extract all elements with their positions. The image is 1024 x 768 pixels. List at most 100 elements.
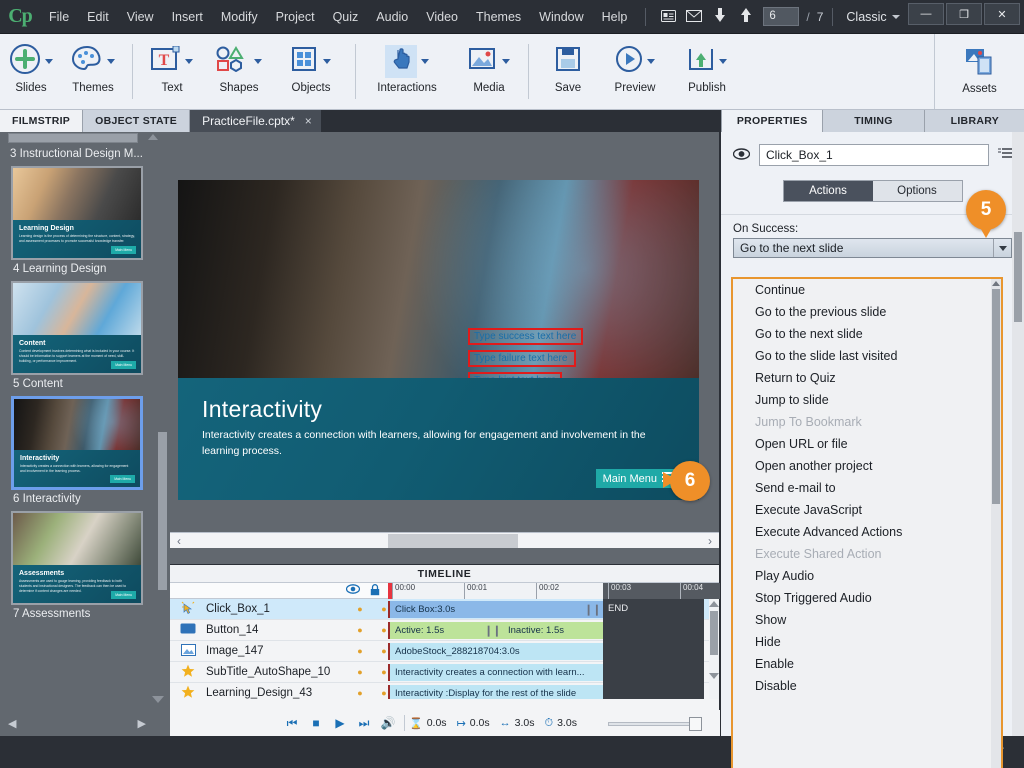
segment-actions[interactable]: Actions [783,181,873,201]
workspace-selector[interactable]: Classic [842,10,900,24]
close-button[interactable]: ✕ [984,3,1020,25]
ribbon-text-button[interactable]: T Text [141,34,203,109]
ribbon-media-button[interactable]: Media [458,34,520,109]
dropdown-option-return-to-quiz[interactable]: Return to Quiz [733,367,995,389]
mail-icon[interactable] [681,9,707,25]
failure-caption-box[interactable]: Type failure text here [468,350,576,367]
row-visibility-toggle[interactable]: ● [348,688,372,698]
visibility-eye-icon[interactable] [345,584,361,597]
notes-icon[interactable] [655,9,681,25]
dropdown-option-continue[interactable]: Continue [733,279,995,301]
timeline-track[interactable]: Interactivity creates a connection with … [388,662,712,683]
ribbon-slides-button[interactable]: Slides [0,34,62,109]
stop-icon[interactable]: ■ [304,716,328,730]
timeline-row[interactable]: Click_Box_1 ● ● END Click Box:3.0s ❙❙ [170,599,712,620]
scroll-down-icon[interactable] [152,696,164,703]
timeline-zoom-slider[interactable] [608,717,708,731]
dropdown-option-enable[interactable]: Enable [733,653,995,675]
pause-marker-icon[interactable]: ❙❙ [584,603,601,616]
ribbon-objects-button[interactable]: Objects [275,34,347,109]
filmstrip-scrollbar[interactable] [158,432,167,590]
tab-object-state[interactable]: OBJECT STATE [83,110,191,132]
filmstrip-slide-6[interactable]: Interactivity Interactivity creates a co… [11,396,143,505]
ribbon-interactions-button[interactable]: Interactions [364,34,450,109]
chevron-down-icon[interactable] [719,58,727,64]
row-visibility-toggle[interactable]: ● [348,667,372,677]
dropdown-option-jump-to-slide[interactable]: Jump to slide [733,389,995,411]
timeline-bar[interactable]: Interactivity :Display for the rest of t… [388,685,603,699]
chevron-down-icon[interactable] [647,58,655,64]
timeline-bar[interactable]: Interactivity creates a connection with … [388,664,603,681]
menu-modify[interactable]: Modify [212,6,267,28]
row-visibility-toggle[interactable]: ● [348,625,372,635]
dropdown-option-play-audio[interactable]: Play Audio [733,565,995,587]
dropdown-option-execute-javascript[interactable]: Execute JavaScript [733,499,995,521]
menu-audio[interactable]: Audio [367,6,417,28]
timeline-track[interactable]: Interactivity :Display for the rest of t… [388,683,712,699]
play-icon[interactable]: ▶ [328,716,352,730]
ribbon-shapes-button[interactable]: Shapes [203,34,275,109]
filmstrip-panel[interactable]: 3 Instructional Design M... Learning Des… [0,132,170,736]
filmstrip-slide-4[interactable]: Learning Design Learning design is the p… [11,166,143,275]
scroll-down-icon[interactable] [709,673,719,679]
timeline-bar[interactable]: AdobeStock_288218704:3.0s [388,643,603,660]
menu-file[interactable]: File [40,6,78,28]
maximize-button[interactable]: ❐ [946,3,982,25]
segment-options[interactable]: Options [872,181,962,201]
on-success-combobox[interactable]: Go to the next slide [733,238,1012,258]
minimize-button[interactable]: — [908,3,944,25]
menu-window[interactable]: Window [530,6,592,28]
dropdown-option-previous-slide[interactable]: Go to the previous slide [733,301,995,323]
scroll-left-icon[interactable]: ◀ [8,717,16,730]
timeline-object-name[interactable]: Image_147 [206,645,348,657]
dropdown-option-execute-advanced-actions[interactable]: Execute Advanced Actions [733,521,995,543]
ribbon-save-button[interactable]: Save [537,34,599,109]
dropdown-option-stop-triggered-audio[interactable]: Stop Triggered Audio [733,587,995,609]
scroll-thumb[interactable] [992,289,1000,504]
chevron-down-icon[interactable] [45,58,53,64]
timeline-track[interactable]: Active: 1.5s ❙❙ Inactive: 1.5s [388,620,712,641]
ribbon-publish-button[interactable]: Publish [671,34,743,109]
lock-icon[interactable] [370,584,380,599]
timeline-object-name[interactable]: Click_Box_1 [206,603,348,615]
object-name-input[interactable]: Click_Box_1 [759,144,989,166]
dropdown-option-hide[interactable]: Hide [733,631,995,653]
filmstrip-top-scroll[interactable] [0,132,170,146]
ribbon-preview-button[interactable]: Preview [599,34,671,109]
scroll-right-icon[interactable]: › [701,534,719,548]
menu-quiz[interactable]: Quiz [324,6,368,28]
dropdown-option-next-slide[interactable]: Go to the next slide [733,323,995,345]
move-up-icon[interactable] [733,8,759,25]
tab-library[interactable]: LIBRARY [923,110,1024,132]
chevron-down-icon[interactable] [185,58,193,64]
timeline-bar[interactable]: Click Box:3.0s [388,601,603,618]
skip-start-icon[interactable]: ⏮ [280,716,304,731]
timeline-row[interactable]: Learning_Design_43 ● ● Interactivity :Di… [170,683,712,699]
zoom-knob[interactable] [689,717,702,731]
timeline-row[interactable]: SubTitle_AutoShape_10 ● ● Interactivity … [170,662,712,683]
timeline-object-name[interactable]: Button_14 [206,624,348,636]
chevron-down-icon[interactable] [323,58,331,64]
chevron-down-icon[interactable] [421,58,429,64]
slide-stage[interactable]: Type success text here Type failure text… [170,132,823,564]
on-success-dropdown[interactable]: Continue Go to the previous slide Go to … [731,277,1003,768]
filmstrip-slide-5[interactable]: Content Content development involves det… [11,281,143,390]
menu-project[interactable]: Project [267,6,324,28]
timeline-vertical-scrollbar[interactable] [709,599,719,699]
chevron-down-icon[interactable] [993,239,1011,257]
timeline-object-name[interactable]: SubTitle_AutoShape_10 [206,666,348,678]
menu-themes[interactable]: Themes [467,6,530,28]
slide-canvas[interactable]: Type success text here Type failure text… [178,180,699,500]
skip-end-icon[interactable]: ⏭ [352,716,376,731]
dropdown-option-disable[interactable]: Disable [733,675,995,697]
tab-properties[interactable]: PROPERTIES [721,110,823,132]
move-down-icon[interactable] [707,8,733,25]
dropdown-option-open-project[interactable]: Open another project [733,455,995,477]
pause-marker-icon[interactable]: ❙❙ [484,624,501,637]
timeline-track[interactable]: AdobeStock_288218704:3.0s [388,641,712,662]
menu-edit[interactable]: Edit [78,6,118,28]
scroll-thumb[interactable] [388,533,518,548]
menu-video[interactable]: Video [417,6,467,28]
ribbon-assets-button[interactable]: Assets [934,34,1024,109]
row-visibility-toggle[interactable]: ● [348,604,372,614]
